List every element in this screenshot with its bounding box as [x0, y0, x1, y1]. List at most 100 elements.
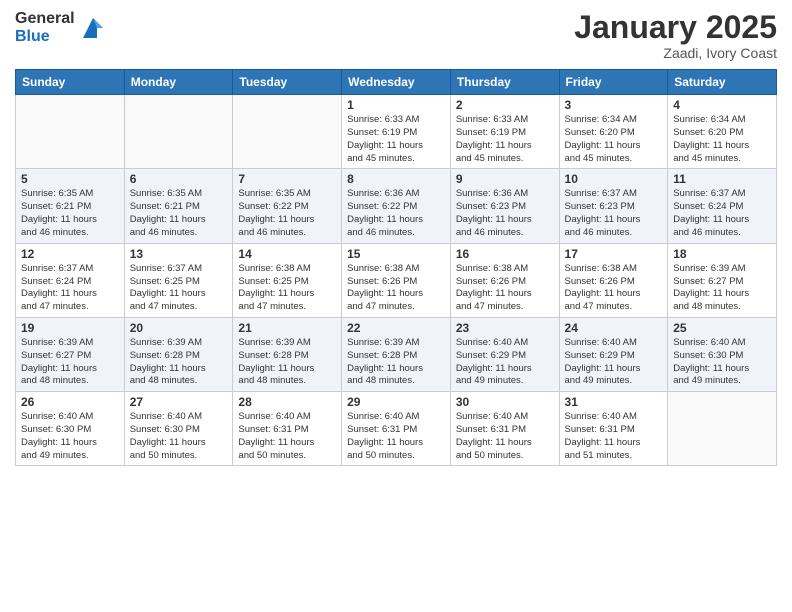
day-info: Sunrise: 6:37 AM Sunset: 6:25 PM Dayligh…: [130, 263, 228, 314]
header: General Blue January 2025 Zaadi, Ivory C…: [15, 10, 777, 61]
day-number: 9: [456, 172, 554, 186]
day-number: 28: [238, 395, 336, 409]
day-info: Sunrise: 6:38 AM Sunset: 6:25 PM Dayligh…: [238, 263, 336, 314]
day-info: Sunrise: 6:39 AM Sunset: 6:28 PM Dayligh…: [238, 337, 336, 388]
day-number: 18: [673, 247, 771, 261]
calendar-cell: 11 Sunrise: 6:37 AM Sunset: 6:24 PM Dayli…: [668, 169, 777, 243]
calendar-cell: [668, 392, 777, 466]
day-info: Sunrise: 6:33 AM Sunset: 6:19 PM Dayligh…: [347, 114, 445, 165]
logo-general: General: [15, 10, 75, 28]
day-number: 30: [456, 395, 554, 409]
day-info: Sunrise: 6:34 AM Sunset: 6:20 PM Dayligh…: [565, 114, 663, 165]
calendar-cell: 12Sunrise: 6:37 AM Sunset: 6:24 PM Dayli…: [16, 243, 125, 317]
calendar-week-1: 1 Sunrise: 6:33 AM Sunset: 6:19 PM Daylig…: [16, 95, 777, 169]
day-info: Sunrise: 6:39 AM Sunset: 6:27 PM Dayligh…: [21, 337, 119, 388]
calendar-cell: [16, 95, 125, 169]
calendar-cell: [233, 95, 342, 169]
day-number: 21: [238, 321, 336, 335]
day-number: 26: [21, 395, 119, 409]
calendar-cell: 21 Sunrise: 6:39 AM Sunset: 6:28 PM Dayli…: [233, 317, 342, 391]
day-info: Sunrise: 6:38 AM Sunset: 6:26 PM Dayligh…: [565, 263, 663, 314]
calendar-cell: 26 Sunrise: 6:40 AM Sunset: 6:30 PM Dayli…: [16, 392, 125, 466]
day-number: 10: [565, 172, 663, 186]
calendar-table: SundayMondayTuesdayWednesdayThursdayFrid…: [15, 69, 777, 466]
logo-icon: [79, 14, 107, 42]
calendar-cell: 22 Sunrise: 6:39 AM Sunset: 6:28 PM Dayli…: [342, 317, 451, 391]
day-number: 15: [347, 247, 445, 261]
calendar-cell: 1 Sunrise: 6:33 AM Sunset: 6:19 PM Daylig…: [342, 95, 451, 169]
calendar-cell: 10 Sunrise: 6:37 AM Sunset: 6:23 PM Dayli…: [559, 169, 668, 243]
day-number: 3: [565, 98, 663, 112]
day-number: 17: [565, 247, 663, 261]
calendar-cell: 28Sunrise: 6:40 AM Sunset: 6:31 PM Dayli…: [233, 392, 342, 466]
logo: General Blue: [15, 10, 107, 45]
calendar-cell: 25Sunrise: 6:40 AM Sunset: 6:30 PM Dayli…: [668, 317, 777, 391]
calendar-cell: 18 Sunrise: 6:39 AM Sunset: 6:27 PM Dayli…: [668, 243, 777, 317]
calendar-cell: 19Sunrise: 6:39 AM Sunset: 6:27 PM Dayli…: [16, 317, 125, 391]
page: General Blue January 2025 Zaadi, Ivory C…: [0, 0, 792, 612]
day-info: Sunrise: 6:40 AM Sunset: 6:29 PM Dayligh…: [565, 337, 663, 388]
day-number: 27: [130, 395, 228, 409]
col-header-sunday: Sunday: [16, 70, 125, 95]
day-number: 12: [21, 247, 119, 261]
day-number: 8: [347, 172, 445, 186]
day-info: Sunrise: 6:38 AM Sunset: 6:26 PM Dayligh…: [347, 263, 445, 314]
day-info: Sunrise: 6:35 AM Sunset: 6:22 PM Dayligh…: [238, 188, 336, 239]
day-info: Sunrise: 6:37 AM Sunset: 6:24 PM Dayligh…: [673, 188, 771, 239]
day-number: 1: [347, 98, 445, 112]
day-info: Sunrise: 6:40 AM Sunset: 6:31 PM Dayligh…: [456, 411, 554, 462]
day-info: Sunrise: 6:35 AM Sunset: 6:21 PM Dayligh…: [21, 188, 119, 239]
calendar-week-2: 5 Sunrise: 6:35 AM Sunset: 6:21 PM Daylig…: [16, 169, 777, 243]
calendar-cell: [124, 95, 233, 169]
day-number: 11: [673, 172, 771, 186]
day-number: 5: [21, 172, 119, 186]
col-header-monday: Monday: [124, 70, 233, 95]
day-number: 16: [456, 247, 554, 261]
calendar-week-3: 12Sunrise: 6:37 AM Sunset: 6:24 PM Dayli…: [16, 243, 777, 317]
day-number: 23: [456, 321, 554, 335]
days-header-row: SundayMondayTuesdayWednesdayThursdayFrid…: [16, 70, 777, 95]
day-info: Sunrise: 6:40 AM Sunset: 6:30 PM Dayligh…: [21, 411, 119, 462]
day-number: 22: [347, 321, 445, 335]
day-info: Sunrise: 6:33 AM Sunset: 6:19 PM Dayligh…: [456, 114, 554, 165]
day-number: 25: [673, 321, 771, 335]
day-info: Sunrise: 6:40 AM Sunset: 6:29 PM Dayligh…: [456, 337, 554, 388]
day-info: Sunrise: 6:40 AM Sunset: 6:31 PM Dayligh…: [565, 411, 663, 462]
calendar-cell: 9 Sunrise: 6:36 AM Sunset: 6:23 PM Daylig…: [450, 169, 559, 243]
calendar-week-4: 19Sunrise: 6:39 AM Sunset: 6:27 PM Dayli…: [16, 317, 777, 391]
calendar-cell: 6 Sunrise: 6:35 AM Sunset: 6:21 PM Daylig…: [124, 169, 233, 243]
calendar-cell: 16 Sunrise: 6:38 AM Sunset: 6:26 PM Dayli…: [450, 243, 559, 317]
calendar-cell: 23 Sunrise: 6:40 AM Sunset: 6:29 PM Dayli…: [450, 317, 559, 391]
day-info: Sunrise: 6:38 AM Sunset: 6:26 PM Dayligh…: [456, 263, 554, 314]
month-title: January 2025: [574, 10, 777, 45]
day-info: Sunrise: 6:40 AM Sunset: 6:31 PM Dayligh…: [347, 411, 445, 462]
day-info: Sunrise: 6:39 AM Sunset: 6:28 PM Dayligh…: [130, 337, 228, 388]
day-info: Sunrise: 6:36 AM Sunset: 6:22 PM Dayligh…: [347, 188, 445, 239]
col-header-wednesday: Wednesday: [342, 70, 451, 95]
calendar-cell: 5 Sunrise: 6:35 AM Sunset: 6:21 PM Daylig…: [16, 169, 125, 243]
title-block: January 2025 Zaadi, Ivory Coast: [574, 10, 777, 61]
calendar-cell: 17 Sunrise: 6:38 AM Sunset: 6:26 PM Dayli…: [559, 243, 668, 317]
day-number: 29: [347, 395, 445, 409]
calendar-cell: 24 Sunrise: 6:40 AM Sunset: 6:29 PM Dayli…: [559, 317, 668, 391]
calendar-cell: 29 Sunrise: 6:40 AM Sunset: 6:31 PM Dayli…: [342, 392, 451, 466]
day-info: Sunrise: 6:36 AM Sunset: 6:23 PM Dayligh…: [456, 188, 554, 239]
calendar-cell: 4Sunrise: 6:34 AM Sunset: 6:20 PM Daylig…: [668, 95, 777, 169]
day-number: 6: [130, 172, 228, 186]
day-info: Sunrise: 6:37 AM Sunset: 6:23 PM Dayligh…: [565, 188, 663, 239]
col-header-tuesday: Tuesday: [233, 70, 342, 95]
col-header-thursday: Thursday: [450, 70, 559, 95]
calendar-cell: 20 Sunrise: 6:39 AM Sunset: 6:28 PM Dayli…: [124, 317, 233, 391]
day-number: 20: [130, 321, 228, 335]
day-number: 4: [673, 98, 771, 112]
day-info: Sunrise: 6:40 AM Sunset: 6:30 PM Dayligh…: [130, 411, 228, 462]
calendar-cell: 2 Sunrise: 6:33 AM Sunset: 6:19 PM Daylig…: [450, 95, 559, 169]
day-number: 31: [565, 395, 663, 409]
day-number: 24: [565, 321, 663, 335]
day-info: Sunrise: 6:39 AM Sunset: 6:27 PM Dayligh…: [673, 263, 771, 314]
day-number: 2: [456, 98, 554, 112]
calendar-cell: 7Sunrise: 6:35 AM Sunset: 6:22 PM Daylig…: [233, 169, 342, 243]
day-info: Sunrise: 6:35 AM Sunset: 6:21 PM Dayligh…: [130, 188, 228, 239]
day-info: Sunrise: 6:39 AM Sunset: 6:28 PM Dayligh…: [347, 337, 445, 388]
logo-blue: Blue: [15, 28, 75, 46]
